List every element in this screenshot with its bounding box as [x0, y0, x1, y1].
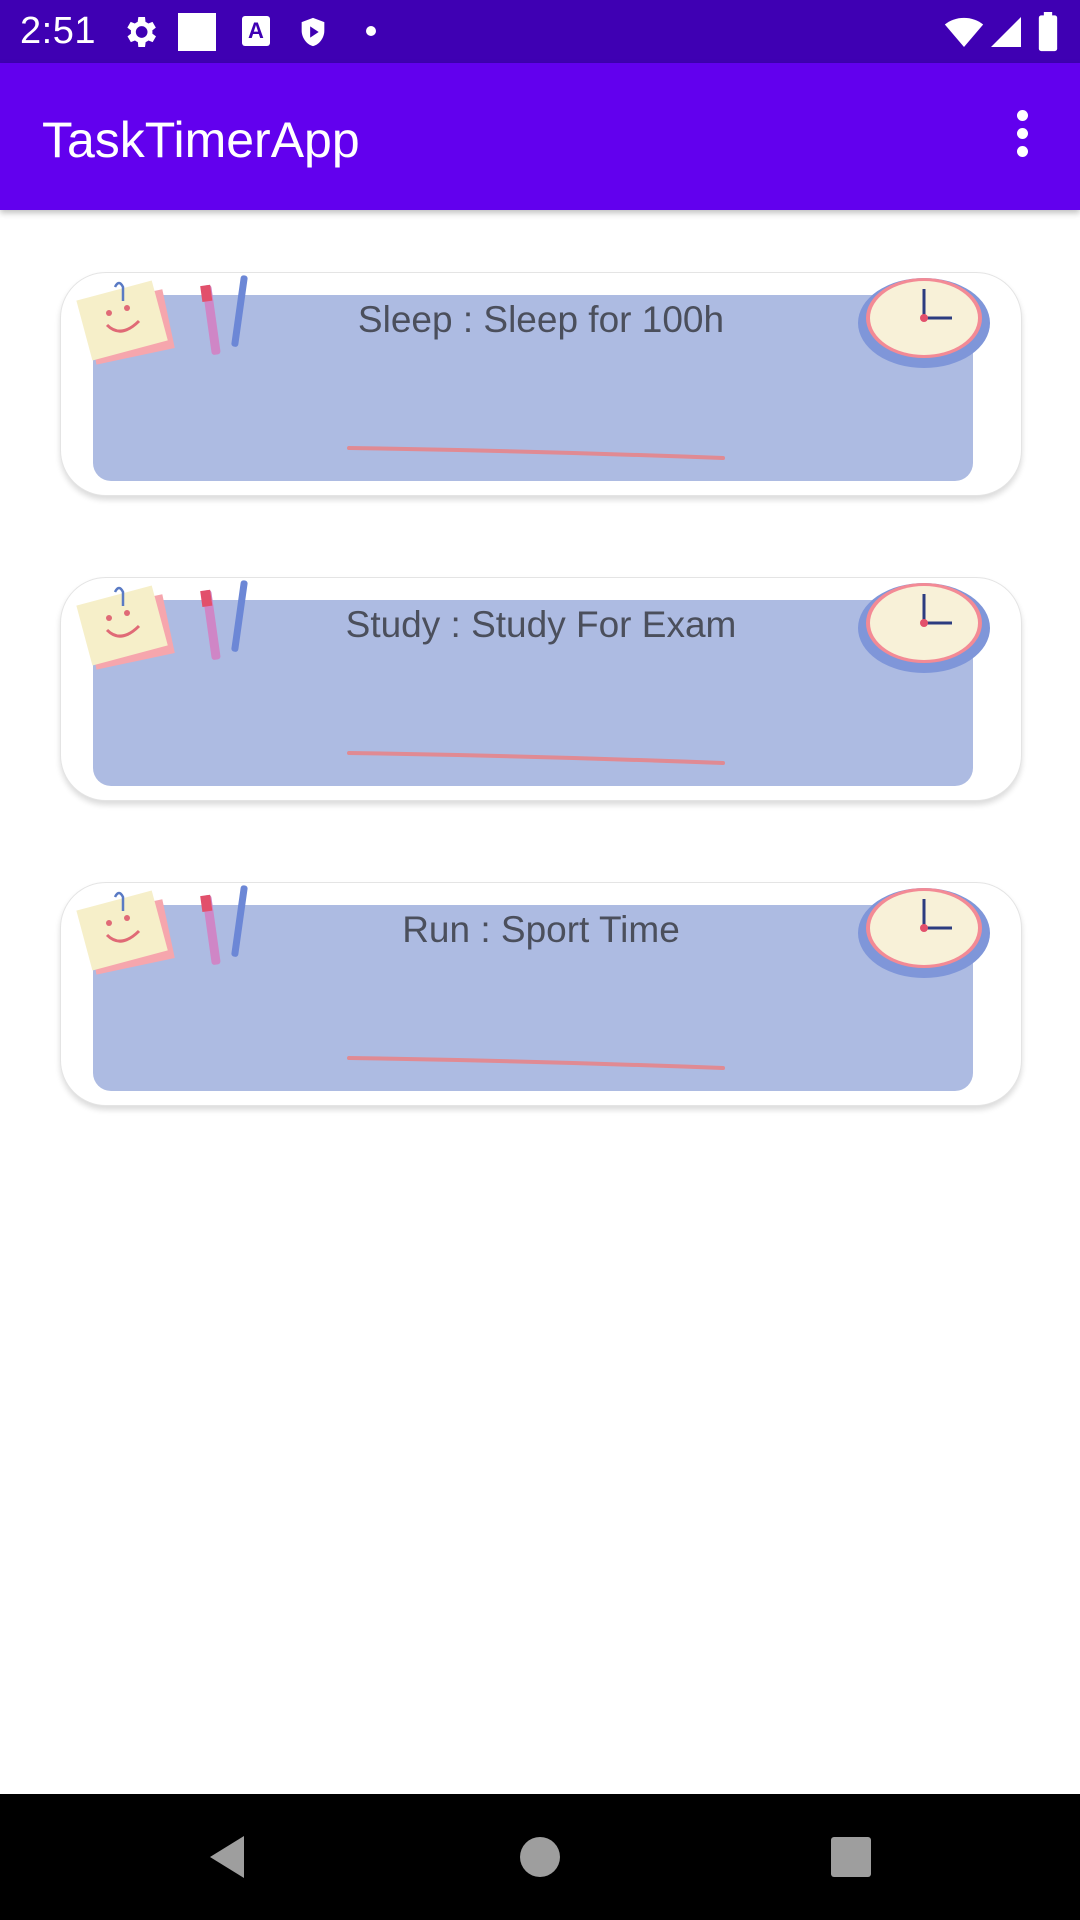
status-bar: 2:51 A — [0, 0, 1080, 63]
app-bar: TaskTimerApp — [0, 63, 1080, 210]
square-icon — [178, 13, 216, 51]
app-title: TaskTimerApp — [42, 112, 360, 168]
battery-icon — [1038, 12, 1058, 52]
a-box-icon: A — [242, 16, 270, 46]
dot-icon — [366, 26, 376, 36]
home-icon[interactable] — [513, 1830, 567, 1884]
clock-icon — [858, 583, 990, 673]
underline-decoration — [347, 751, 725, 765]
recents-icon[interactable] — [824, 1830, 878, 1884]
underline-decoration — [347, 1056, 725, 1070]
signal-icon — [991, 17, 1021, 47]
clock-icon — [858, 278, 990, 368]
clock-icon — [858, 888, 990, 978]
task-card[interactable]: Sleep : Sleep for 100h — [60, 272, 1022, 496]
underline-decoration — [347, 446, 725, 460]
task-card[interactable]: Run : Sport Time — [60, 882, 1022, 1106]
navigation-bar — [0, 1794, 1080, 1920]
task-card[interactable]: Study : Study For Exam — [60, 577, 1022, 801]
more-vert-icon[interactable] — [1002, 110, 1042, 164]
status-time: 2:51 — [20, 10, 96, 52]
back-icon[interactable] — [200, 1830, 254, 1884]
settings-icon — [127, 17, 156, 47]
wifi-icon — [944, 17, 984, 47]
shield-icon — [301, 17, 325, 47]
